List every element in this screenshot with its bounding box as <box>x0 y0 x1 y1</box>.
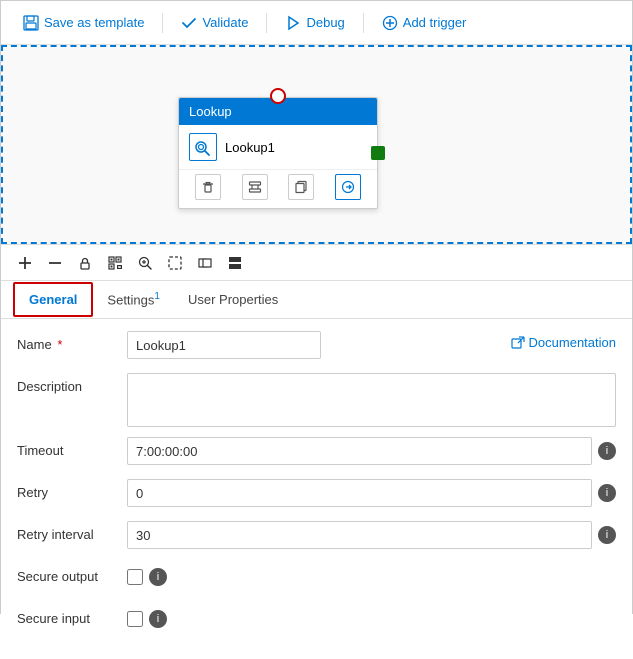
theme-button[interactable] <box>221 249 249 277</box>
add-node-button[interactable] <box>11 249 39 277</box>
retry-interval-info-icon[interactable]: i <box>598 526 616 544</box>
retry-input[interactable] <box>127 479 592 507</box>
secure-output-checkbox[interactable] <box>127 569 143 585</box>
secure-input-row: Secure input i <box>17 605 616 637</box>
retry-interval-row: Retry interval i <box>17 521 616 553</box>
add-trigger-label: Add trigger <box>403 15 467 30</box>
lookup-node-actions <box>179 169 377 208</box>
validate-button[interactable]: Validate <box>171 11 258 35</box>
validate-icon <box>181 15 197 31</box>
retry-label: Retry <box>17 479 127 500</box>
node-connector-right <box>371 146 385 160</box>
add-trigger-button[interactable]: Add trigger <box>372 11 477 35</box>
tabs-container: General Settings1 User Properties <box>1 281 632 319</box>
secure-output-row: Secure output i <box>17 563 616 595</box>
timeout-input[interactable] <box>127 437 592 465</box>
lock-button[interactable] <box>71 249 99 277</box>
lookup-copy-button[interactable] <box>288 174 314 200</box>
name-label: Name * <box>17 331 127 352</box>
lookup-node-body: Lookup1 <box>179 125 377 169</box>
description-label: Description <box>17 373 127 394</box>
settings-badge: 1 <box>154 291 160 302</box>
form-area: Name * Documentation Description Timeout <box>1 319 632 659</box>
lookup-node-icon <box>189 133 217 161</box>
tab-user-properties[interactable]: User Properties <box>174 284 292 315</box>
add-trigger-icon <box>382 15 398 31</box>
name-input-wrap <box>127 331 499 359</box>
documentation-label: Documentation <box>529 335 616 350</box>
timeout-row: Timeout i <box>17 437 616 469</box>
secure-input-info-icon[interactable]: i <box>149 610 167 628</box>
select-button[interactable] <box>161 249 189 277</box>
bottom-panel: General Settings1 User Properties Name *… <box>1 281 632 659</box>
timeout-info-icon[interactable]: i <box>598 442 616 460</box>
name-row: Name * Documentation <box>17 331 616 363</box>
documentation-link[interactable]: Documentation <box>511 331 616 350</box>
fit-zoom-button[interactable] <box>131 249 159 277</box>
validate-label: Validate <box>202 15 248 30</box>
lookup-next-button[interactable] <box>335 174 361 200</box>
save-template-button[interactable]: Save as template <box>13 11 154 35</box>
debug-icon <box>285 15 301 31</box>
lookup-node[interactable]: Lookup Lookup1 <box>178 97 378 209</box>
lookup-settings-button[interactable] <box>242 174 268 200</box>
secure-input-checkbox[interactable] <box>127 611 143 627</box>
tab-settings[interactable]: Settings1 <box>93 283 174 315</box>
main-toolbar: Save as template Validate Debug Add trig… <box>1 1 632 45</box>
retry-interval-input[interactable] <box>127 521 592 549</box>
toolbar-divider-1 <box>162 13 163 33</box>
timeout-label: Timeout <box>17 437 127 458</box>
toolbar-divider-3 <box>363 13 364 33</box>
debug-label: Debug <box>306 15 344 30</box>
node-connector-top <box>270 88 286 104</box>
save-template-icon <box>23 15 39 31</box>
canvas-toolbar <box>1 245 632 281</box>
retry-row: Retry i <box>17 479 616 511</box>
canvas-inner: Lookup Lookup1 <box>1 45 632 244</box>
save-template-label: Save as template <box>44 15 144 30</box>
name-input[interactable] <box>127 331 321 359</box>
secure-output-label: Secure output <box>17 563 127 584</box>
description-input[interactable] <box>127 373 616 427</box>
tab-general[interactable]: General <box>13 282 93 317</box>
retry-info-icon[interactable]: i <box>598 484 616 502</box>
lookup-delete-button[interactable] <box>195 174 221 200</box>
remove-node-button[interactable] <box>41 249 69 277</box>
retry-interval-label: Retry interval <box>17 521 127 542</box>
debug-button[interactable]: Debug <box>275 11 354 35</box>
name-required: * <box>57 337 62 352</box>
description-row: Description <box>17 373 616 427</box>
toolbar-divider-2 <box>266 13 267 33</box>
canvas-area[interactable]: Lookup Lookup1 <box>1 45 632 245</box>
qr-button[interactable] <box>101 249 129 277</box>
external-link-icon <box>511 336 525 350</box>
secure-input-label: Secure input <box>17 605 127 626</box>
secure-output-info-icon[interactable]: i <box>149 568 167 586</box>
resize-button[interactable] <box>191 249 219 277</box>
lookup-node-name: Lookup1 <box>225 140 275 155</box>
